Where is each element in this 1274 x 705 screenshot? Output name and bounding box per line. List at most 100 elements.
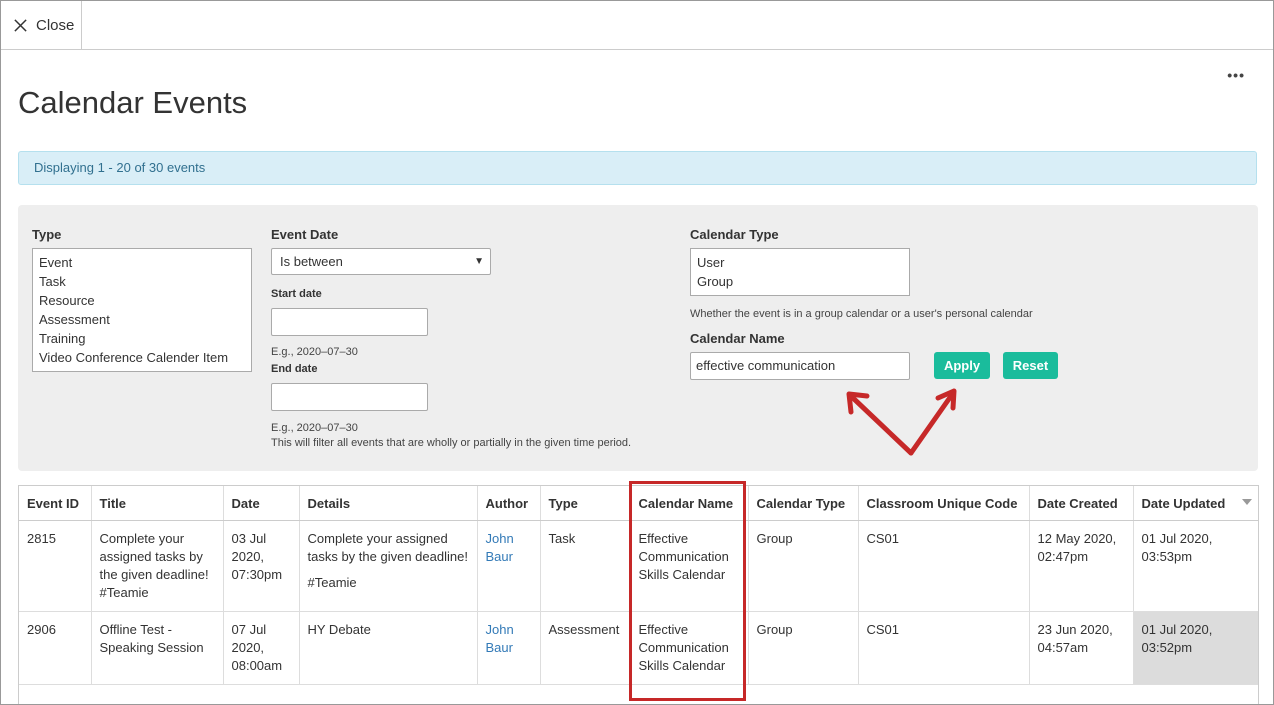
column-header-label: Date Created: [1037, 495, 1118, 511]
column-header[interactable]: Type: [540, 486, 631, 521]
cell-text: 12 May 2020, 02:47pm: [1037, 531, 1117, 564]
column-header[interactable]: Date Created: [1029, 486, 1134, 521]
cell-author[interactable]: John Baur: [477, 611, 541, 685]
cell-text: Complete your assigned tasks by the give…: [99, 531, 209, 600]
cell-code: CS01: [858, 520, 1030, 612]
column-header-label: Classroom Unique Code: [866, 495, 1018, 511]
cell-updated: 01 Jul 2020, 03:53pm: [1133, 520, 1258, 612]
column-header[interactable]: Date Updated: [1133, 486, 1258, 521]
cell-title: Offline Test - Speaking Session: [91, 611, 224, 685]
calendar-events-window: Close ••• Calendar Events Displaying 1 -…: [0, 0, 1274, 705]
event-date-select[interactable]: Is between ▼: [271, 248, 491, 275]
close-label: Close: [36, 16, 75, 34]
cell-date: 03 Jul 2020, 07:30pm: [223, 520, 300, 612]
column-header[interactable]: Date: [223, 486, 300, 521]
events-table: Event ID Title Date Details Author Type Calend…: [19, 486, 1258, 685]
cell-text: 01 Jul 2020, 03:53pm: [1141, 531, 1213, 564]
column-header-label: Calendar Type: [756, 495, 846, 511]
cell-text: 2815: [27, 531, 56, 546]
column-header[interactable]: Event ID: [19, 486, 92, 521]
column-header[interactable]: Author: [477, 486, 541, 521]
cell-text: #Teamie: [307, 575, 357, 590]
cell-date: 07 Jul 2020, 08:00am: [223, 611, 300, 685]
type-option[interactable]: Training: [39, 329, 245, 348]
results-banner: Displaying 1 - 20 of 30 events: [18, 151, 1257, 185]
filter-panel: Type Event Task Resource Assessment Training…: [18, 205, 1258, 471]
chevron-down-icon: ▼: [474, 256, 484, 267]
cell-text: 23 Jun 2020, 04:57am: [1037, 622, 1113, 655]
cell-text: Group: [756, 531, 793, 546]
events-table-container: Event ID Title Date Details Author Type Calend…: [18, 485, 1259, 704]
calendar-type-hint: Whether the event is in a group calendar…: [690, 308, 1033, 320]
cell-text: Complete your assigned tasks by the give…: [307, 531, 468, 564]
calendar-name-input[interactable]: effective communication: [690, 352, 910, 380]
sort-desc-icon[interactable]: [1241, 499, 1252, 505]
end-date-input[interactable]: [271, 383, 428, 411]
cell-calendar-name: Effective Communication Skills Calendar: [630, 520, 749, 612]
type-option[interactable]: Event: [39, 253, 245, 272]
cell-id: 2815: [19, 520, 92, 612]
start-date-label: Start date: [271, 288, 322, 300]
column-header-label: Date: [231, 495, 260, 511]
table-body: 2815 Complete your assigned tasks by the …: [19, 520, 1258, 685]
cell-id: 2906: [19, 611, 92, 685]
event-date-label: Event Date: [271, 227, 339, 242]
cell-text: Effective Communication Skills Calendar: [638, 622, 729, 673]
cell-text: 2906: [27, 622, 56, 637]
column-header[interactable]: Classroom Unique Code: [858, 486, 1030, 521]
cell-text: Task: [548, 531, 576, 546]
period-hint: This will filter all events that are who…: [271, 437, 632, 449]
type-option[interactable]: Video Conference Calender Item: [39, 348, 245, 367]
cell-type: Task: [540, 520, 631, 612]
column-header[interactable]: Calendar Type: [748, 486, 859, 521]
close-icon: [14, 18, 27, 32]
column-header[interactable]: Title: [91, 486, 224, 521]
close-button[interactable]: Close: [1, 1, 82, 49]
cell-type: Assessment: [540, 611, 631, 685]
column-header-label: Details: [307, 495, 351, 511]
cell-text: Offline Test - Speaking Session: [99, 622, 204, 655]
cell-text: John Baur: [485, 531, 514, 564]
cell-updated: 01 Jul 2020, 03:52pm: [1133, 611, 1258, 685]
column-header[interactable]: Calendar Name: [630, 486, 749, 521]
calendar-type-option[interactable]: Group: [697, 272, 903, 291]
cell-text: Assessment: [548, 622, 620, 637]
type-option[interactable]: Task: [39, 272, 245, 291]
calendar-type-option[interactable]: User: [697, 253, 903, 272]
type-option[interactable]: Resource: [39, 291, 245, 310]
table-row[interactable]: 2815 Complete your assigned tasks by the …: [19, 520, 1258, 612]
start-date-input[interactable]: [271, 308, 428, 336]
column-header-label: Date Updated: [1141, 495, 1226, 511]
cell-calendar-name: Effective Communication Skills Calendar: [630, 611, 749, 685]
table-row[interactable]: 2906 Offline Test - Speaking Session 07 Ju…: [19, 611, 1258, 685]
cell-text: Effective Communication Skills Calendar: [638, 531, 729, 582]
type-option[interactable]: Assessment: [39, 310, 245, 329]
cell-text: CS01: [866, 622, 900, 637]
column-header[interactable]: Details: [299, 486, 478, 521]
cell-text: John Baur: [485, 622, 514, 655]
column-header-label: Calendar Name: [638, 495, 734, 511]
cell-details: Complete your assigned tasks by the give…: [299, 520, 478, 612]
more-icon[interactable]: •••: [1227, 67, 1245, 83]
cell-details: HY Debate: [299, 611, 478, 685]
end-date-label: End date: [271, 363, 318, 375]
cell-code: CS01: [858, 611, 1030, 685]
cell-text: 03 Jul 2020, 07:30pm: [231, 531, 283, 582]
cell-text: CS01: [866, 531, 900, 546]
cell-text: Group: [756, 622, 793, 637]
column-header-label: Event ID: [27, 495, 80, 511]
cell-created: 23 Jun 2020, 04:57am: [1029, 611, 1134, 685]
annotation-arrows: [846, 388, 957, 456]
calendar-type-listbox[interactable]: User Group: [690, 248, 910, 296]
cell-text: 07 Jul 2020, 08:00am: [231, 622, 283, 673]
column-header-label: Title: [99, 495, 127, 511]
type-listbox[interactable]: Event Task Resource Assessment Training Video…: [32, 248, 252, 372]
column-header-label: Type: [548, 495, 578, 511]
apply-button[interactable]: Apply: [934, 352, 990, 379]
cell-calendar-type: Group: [748, 520, 859, 612]
reset-button[interactable]: Reset: [1003, 352, 1058, 379]
cell-author[interactable]: John Baur: [477, 520, 541, 612]
cell-title: Complete your assigned tasks by the give…: [91, 520, 224, 612]
cell-calendar-type: Group: [748, 611, 859, 685]
cell-text: 01 Jul 2020, 03:52pm: [1141, 622, 1213, 655]
